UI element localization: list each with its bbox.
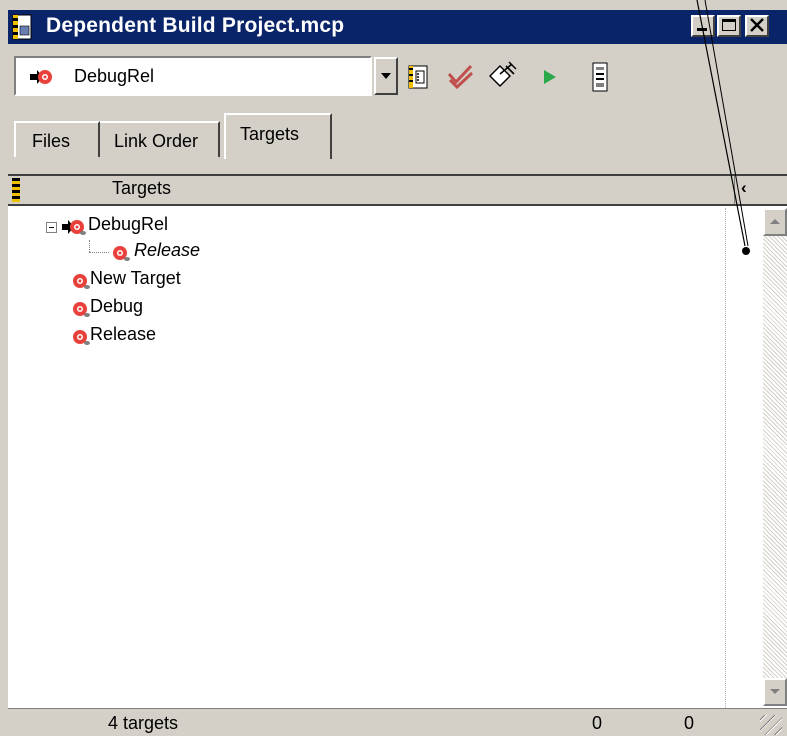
vertical-scrollbar[interactable] bbox=[763, 208, 787, 706]
list-item-release[interactable]: Release bbox=[70, 324, 370, 350]
minimize-button[interactable] bbox=[691, 15, 715, 37]
list-item-release-dependency[interactable]: Release bbox=[110, 240, 350, 266]
project-file-icon bbox=[12, 14, 32, 40]
target-select-value: DebugRel bbox=[74, 66, 155, 86]
title-bar[interactable]: Dependent Build Project.mcp bbox=[8, 10, 787, 44]
run-icon bbox=[544, 70, 556, 84]
resize-grip-icon[interactable] bbox=[760, 715, 782, 735]
scroll-down-button[interactable] bbox=[763, 678, 787, 706]
tab-files-label: Files bbox=[32, 131, 71, 151]
list-item-label: DebugRel bbox=[88, 214, 169, 234]
make-icon bbox=[489, 61, 517, 87]
list-item-label: Release bbox=[134, 240, 201, 260]
column-divider bbox=[725, 208, 726, 708]
tab-targets[interactable]: Targets bbox=[224, 113, 332, 159]
target-select-dropdown-button[interactable] bbox=[374, 57, 398, 95]
tree-line bbox=[89, 252, 109, 253]
chevron-up-icon bbox=[770, 219, 780, 224]
window-title: Dependent Build Project.mcp bbox=[46, 14, 345, 37]
column-title: Targets bbox=[112, 178, 172, 198]
target-select[interactable]: DebugRel bbox=[14, 56, 372, 96]
tab-link-order-label: Link Order bbox=[114, 131, 199, 151]
status-code-size: 0 bbox=[592, 713, 603, 733]
tree-line bbox=[89, 240, 90, 252]
chevron-down-icon bbox=[770, 689, 780, 694]
run-button[interactable] bbox=[536, 60, 570, 94]
targets-column-header[interactable]: Targets ‹ bbox=[8, 176, 787, 206]
column-grip-icon bbox=[12, 178, 20, 202]
debug-button[interactable] bbox=[584, 60, 618, 94]
target-count: 4 targets bbox=[108, 713, 179, 733]
chevron-down-icon bbox=[381, 73, 391, 79]
close-button[interactable] bbox=[745, 15, 769, 37]
synchronize-button[interactable] bbox=[444, 60, 478, 94]
list-item-label: Release bbox=[90, 324, 157, 344]
maximize-button[interactable] bbox=[717, 15, 741, 37]
composite-target-icon bbox=[62, 220, 86, 235]
close-icon bbox=[750, 18, 764, 32]
target-settings-icon bbox=[408, 65, 428, 89]
list-item-label: New Target bbox=[90, 268, 181, 288]
minimize-icon bbox=[697, 28, 707, 31]
tab-link-order[interactable]: Link Order bbox=[100, 121, 220, 157]
make-button[interactable] bbox=[486, 60, 520, 94]
synchronize-icon bbox=[447, 64, 474, 90]
status-data-size: 0 bbox=[684, 713, 695, 733]
list-item-debug[interactable]: Debug bbox=[70, 296, 370, 322]
tab-targets-label: Targets bbox=[240, 124, 300, 144]
scroll-up-button[interactable] bbox=[763, 208, 787, 236]
maximize-icon bbox=[722, 19, 736, 31]
column-separator bbox=[734, 176, 735, 204]
column-resize-icon[interactable]: ‹ bbox=[741, 178, 747, 198]
collapse-toggle-icon[interactable] bbox=[46, 222, 57, 233]
target-icon bbox=[30, 70, 52, 84]
list-item-label: Debug bbox=[90, 296, 144, 316]
debug-icon bbox=[592, 62, 608, 92]
target-settings-button[interactable] bbox=[402, 60, 436, 94]
tab-files[interactable]: Files bbox=[14, 121, 100, 157]
list-item-new-target[interactable]: New Target bbox=[70, 268, 370, 294]
target-icon bbox=[113, 246, 130, 261]
project-window: Dependent Build Project.mcp DebugRel Fil… bbox=[0, 0, 787, 736]
list-item-debugrel[interactable]: DebugRel bbox=[62, 214, 362, 240]
status-bar: 4 targets 0 0 bbox=[8, 708, 787, 736]
